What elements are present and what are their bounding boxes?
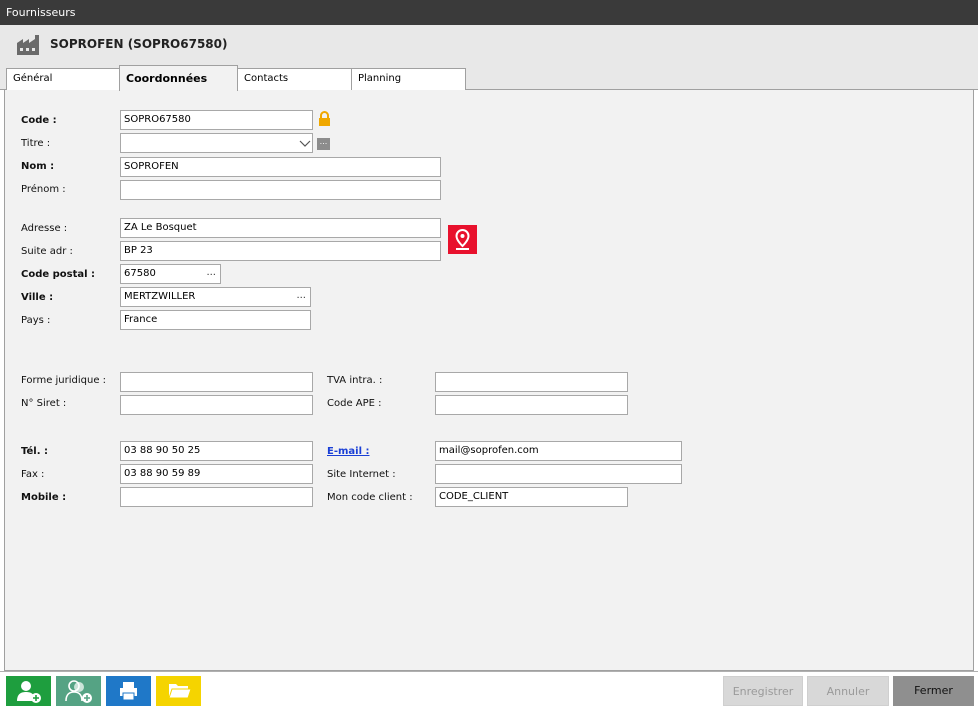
tel-field[interactable]: 03 88 90 50 25 — [120, 441, 313, 461]
pays-label: Pays : — [21, 315, 51, 326]
print-button[interactable] — [106, 676, 151, 706]
titre-more-button[interactable]: ... — [317, 138, 330, 150]
factory-icon — [17, 35, 39, 55]
map-pin-icon — [455, 228, 470, 250]
window-titlebar: Fournisseurs — [0, 0, 978, 25]
nom-field[interactable]: SOPROFEN — [120, 157, 441, 177]
adresse-label: Adresse : — [21, 223, 68, 234]
suite-adr-label: Suite adr : — [21, 246, 73, 257]
tab-planning[interactable]: Planning — [351, 68, 466, 90]
code-postal-more-button[interactable]: ... — [206, 267, 216, 278]
tva-intra-label: TVA intra. : — [327, 375, 383, 386]
tab-contacts[interactable]: Contacts — [237, 68, 352, 90]
add-contact-alt-button[interactable] — [56, 676, 101, 706]
mon-code-client-field[interactable]: CODE_CLIENT — [435, 487, 628, 507]
open-folder-button[interactable] — [156, 676, 201, 706]
prenom-label: Prénom : — [21, 184, 66, 195]
adresse-field[interactable]: ZA Le Bosquet — [120, 218, 441, 238]
code-postal-field[interactable]: 67580 ... — [120, 264, 221, 284]
record-title: SOPROFEN (SOPRO67580) — [50, 37, 228, 51]
ville-value: MERTZWILLER — [124, 291, 196, 302]
siret-field[interactable] — [120, 395, 313, 415]
footer-toolbar: Enregistrer Annuler Fermer — [0, 671, 978, 709]
lock-icon[interactable] — [318, 111, 331, 127]
folder-icon — [168, 684, 192, 699]
email-field[interactable]: mail@soprofen.com — [435, 441, 682, 461]
fax-label: Fax : — [21, 469, 45, 480]
code-ape-label: Code APE : — [327, 398, 382, 409]
site-internet-label: Site Internet : — [327, 469, 396, 480]
add-contact-button[interactable] — [6, 676, 51, 706]
code-label: Code : — [21, 115, 57, 126]
fermer-button[interactable]: Fermer — [893, 676, 974, 706]
siret-label: N° Siret : — [21, 398, 67, 409]
email-link[interactable]: E-mail : — [327, 446, 370, 457]
forme-juridique-label: Forme juridique : — [21, 375, 107, 386]
nom-label: Nom : — [21, 161, 55, 172]
suite-adr-field[interactable]: BP 23 — [120, 241, 441, 261]
mobile-label: Mobile : — [21, 492, 67, 503]
add-contact-icon — [17, 681, 41, 703]
code-ape-field[interactable] — [435, 395, 628, 415]
chevron-down-icon[interactable] — [297, 134, 313, 152]
tel-label: Tél. : — [21, 446, 48, 457]
print-icon — [120, 682, 137, 701]
code-postal-label: Code postal : — [21, 269, 96, 280]
annuler-button[interactable]: Annuler — [807, 676, 889, 706]
add-contact-alt-icon — [65, 680, 92, 703]
ville-field[interactable]: MERTZWILLER ... — [120, 287, 311, 307]
code-field[interactable]: SOPRO67580 — [120, 110, 313, 130]
prenom-field[interactable] — [120, 180, 441, 200]
mobile-field[interactable] — [120, 487, 313, 507]
map-location-button[interactable] — [448, 225, 477, 254]
ville-more-button[interactable]: ... — [296, 290, 306, 301]
mon-code-client-label: Mon code client : — [327, 492, 413, 503]
tab-general[interactable]: Général — [6, 68, 120, 90]
ville-label: Ville : — [21, 292, 54, 303]
enregistrer-button[interactable]: Enregistrer — [723, 676, 803, 706]
titre-select[interactable] — [120, 133, 313, 153]
record-header: SOPROFEN (SOPRO67580) — [0, 25, 978, 65]
tab-bar: Général Coordonnées Contacts Planning — [0, 65, 978, 91]
tva-intra-field[interactable] — [435, 372, 628, 392]
tab-coordonnees[interactable]: Coordonnées — [119, 65, 238, 91]
pays-field[interactable]: France — [120, 310, 311, 330]
forme-juridique-field[interactable] — [120, 372, 313, 392]
code-postal-value: 67580 — [124, 268, 156, 279]
fax-field[interactable]: 03 88 90 59 89 — [120, 464, 313, 484]
site-internet-field[interactable] — [435, 464, 682, 484]
window-title: Fournisseurs — [6, 6, 76, 19]
titre-label: Titre : — [21, 138, 51, 149]
